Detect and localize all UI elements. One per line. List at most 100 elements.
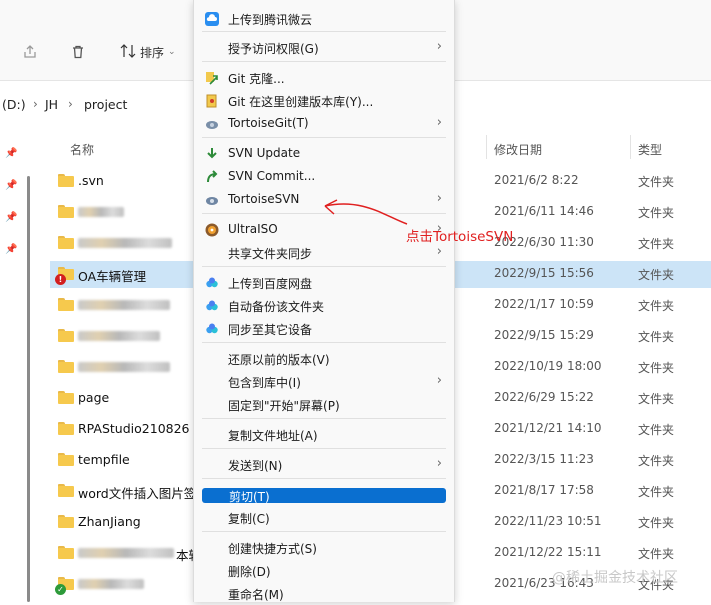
pin-icon[interactable]: 📌 [5, 212, 17, 223]
menu-item-label: 重命名(M) [228, 588, 284, 602]
file-date: 2021/12/22 15:11 [494, 545, 602, 559]
redacted-name [78, 300, 170, 310]
git-clone-icon [204, 70, 220, 86]
column-header-name[interactable]: 名称 [70, 141, 94, 158]
menu-item[interactable]: 发送到(N) › [194, 454, 454, 476]
submenu-chevron-icon: › [436, 39, 442, 54]
context-menu: 上传到腾讯微云授予访问权限(G) › Git 克隆... Git 在这里创建版本库(Y… [193, 0, 455, 602]
menu-item[interactable]: 上传到腾讯微云 [194, 8, 454, 30]
menu-item[interactable]: 创建快捷方式(S) [194, 537, 454, 559]
menu-item-label: Git 在这里创建版本库(Y)... [228, 95, 374, 109]
file-date: 2022/1/17 10:59 [494, 297, 594, 311]
menu-item[interactable]: 同步至其它设备 [194, 318, 454, 340]
file-name: page [78, 390, 110, 405]
menu-item[interactable]: Git 在这里创建版本库(Y)... [194, 90, 454, 112]
file-name: RPAStudio210826 [78, 421, 190, 436]
sort-button[interactable]: 排序 ⌄ [120, 42, 176, 62]
chevron-down-icon: ⌄ [168, 47, 176, 57]
menu-item-label: SVN Update [228, 146, 301, 160]
file-type: 文件夹 [638, 485, 675, 499]
column-header-type[interactable]: 类型 [638, 141, 662, 158]
menu-item-label: TortoiseGit(T) [228, 116, 309, 130]
menu-item[interactable]: SVN Update [194, 143, 454, 165]
menu-separator [202, 531, 446, 532]
menu-item[interactable]: 复制文件地址(A) [194, 424, 454, 446]
breadcrumb-jh[interactable]: JH [45, 97, 58, 112]
baidu-netdisk-icon [204, 321, 220, 337]
submenu-chevron-icon: › [436, 244, 442, 259]
menu-item-label: 固定到"开始"屏幕(P) [228, 399, 340, 413]
folder-icon [58, 391, 74, 404]
share-icon[interactable] [20, 42, 40, 62]
folder-icon [58, 205, 74, 218]
submenu-chevron-icon: › [436, 115, 442, 130]
menu-item-label: 同步至其它设备 [228, 323, 313, 337]
menu-item-label: 剪切(T) [229, 490, 270, 504]
menu-item[interactable]: 授予访问权限(G) › [194, 37, 454, 59]
column-header-date[interactable]: 修改日期 [494, 141, 542, 158]
folder-icon [58, 422, 74, 435]
file-type: 文件夹 [638, 516, 675, 530]
menu-separator [202, 61, 446, 62]
menu-item-label: UltraISO [228, 222, 278, 236]
submenu-chevron-icon: › [436, 191, 442, 206]
folder-icon [58, 484, 74, 497]
file-name: tempfile [78, 452, 130, 467]
pin-icon[interactable]: 📌 [5, 244, 17, 255]
menu-separator [202, 342, 446, 343]
folder-icon [58, 546, 74, 559]
redacted-name [78, 579, 144, 589]
svn-ok-badge-icon: ✓ [55, 584, 66, 595]
breadcrumb-separator-icon: › [33, 97, 38, 111]
file-date: 2022/11/23 10:51 [494, 514, 602, 528]
menu-item-label: 复制文件地址(A) [228, 429, 318, 443]
menu-item[interactable]: 还原以前的版本(V) [194, 348, 454, 370]
breadcrumb-drive[interactable]: (D:) [2, 97, 26, 112]
menu-item-label: 复制(C) [228, 512, 270, 526]
file-date: 2022/6/29 15:22 [494, 390, 594, 404]
trash-icon[interactable] [68, 42, 88, 62]
menu-item[interactable]: Git 克隆... [194, 67, 454, 89]
pin-icon[interactable]: 📌 [5, 148, 17, 159]
baidu-netdisk-icon [204, 275, 220, 291]
menu-item-label: 授予访问权限(G) [228, 42, 319, 56]
folder-icon [58, 360, 74, 373]
redacted-name [78, 331, 160, 341]
breadcrumb-project[interactable]: project [84, 97, 127, 112]
menu-item[interactable]: TortoiseGit(T) › [194, 113, 454, 135]
menu-item[interactable]: 自动备份该文件夹 [194, 295, 454, 317]
menu-item[interactable]: SVN Commit... [194, 166, 454, 188]
tencent-weiyun-icon [204, 11, 220, 27]
file-date: 2022/9/15 15:29 [494, 328, 594, 342]
menu-item-label: 包含到库中(I) [228, 376, 301, 390]
column-divider[interactable] [630, 135, 631, 159]
annotation-label: 点击TortoiseSVN [406, 229, 514, 245]
menu-item-label: Git 克隆... [228, 72, 285, 86]
menu-item[interactable]: 复制(C) [194, 507, 454, 529]
menu-item[interactable]: 共享文件夹同步 › [194, 242, 454, 264]
sort-icon [120, 43, 136, 61]
watermark: @稀土掘金技术社区 [552, 570, 678, 586]
file-date: 2021/6/11 14:46 [494, 204, 594, 218]
navigation-pane: 📌 📌 📌 📌 [0, 132, 28, 602]
nav-scrollbar[interactable] [27, 176, 30, 602]
menu-separator [202, 418, 446, 419]
menu-item-label: 删除(D) [228, 565, 271, 579]
file-name: ZhanJiang [78, 514, 141, 529]
file-type: 文件夹 [638, 268, 675, 282]
baidu-netdisk-icon [204, 298, 220, 314]
annotation-arrow [324, 199, 408, 225]
menu-item-label: 创建快捷方式(S) [228, 542, 317, 556]
menu-item-label: 还原以前的版本(V) [228, 353, 330, 367]
menu-separator [202, 478, 446, 479]
menu-item[interactable]: 包含到库中(I) › [194, 371, 454, 393]
folder-icon [58, 236, 74, 249]
redacted-name [78, 207, 124, 217]
menu-separator [202, 31, 446, 32]
menu-item[interactable]: 上传到百度网盘 [194, 272, 454, 294]
menu-item[interactable]: 固定到"开始"屏幕(P) [194, 394, 454, 416]
menu-item[interactable]: 剪切(T) [202, 488, 446, 504]
pin-icon[interactable]: 📌 [5, 180, 17, 191]
column-divider[interactable] [486, 135, 487, 159]
menu-item[interactable]: 删除(D) [194, 560, 454, 582]
